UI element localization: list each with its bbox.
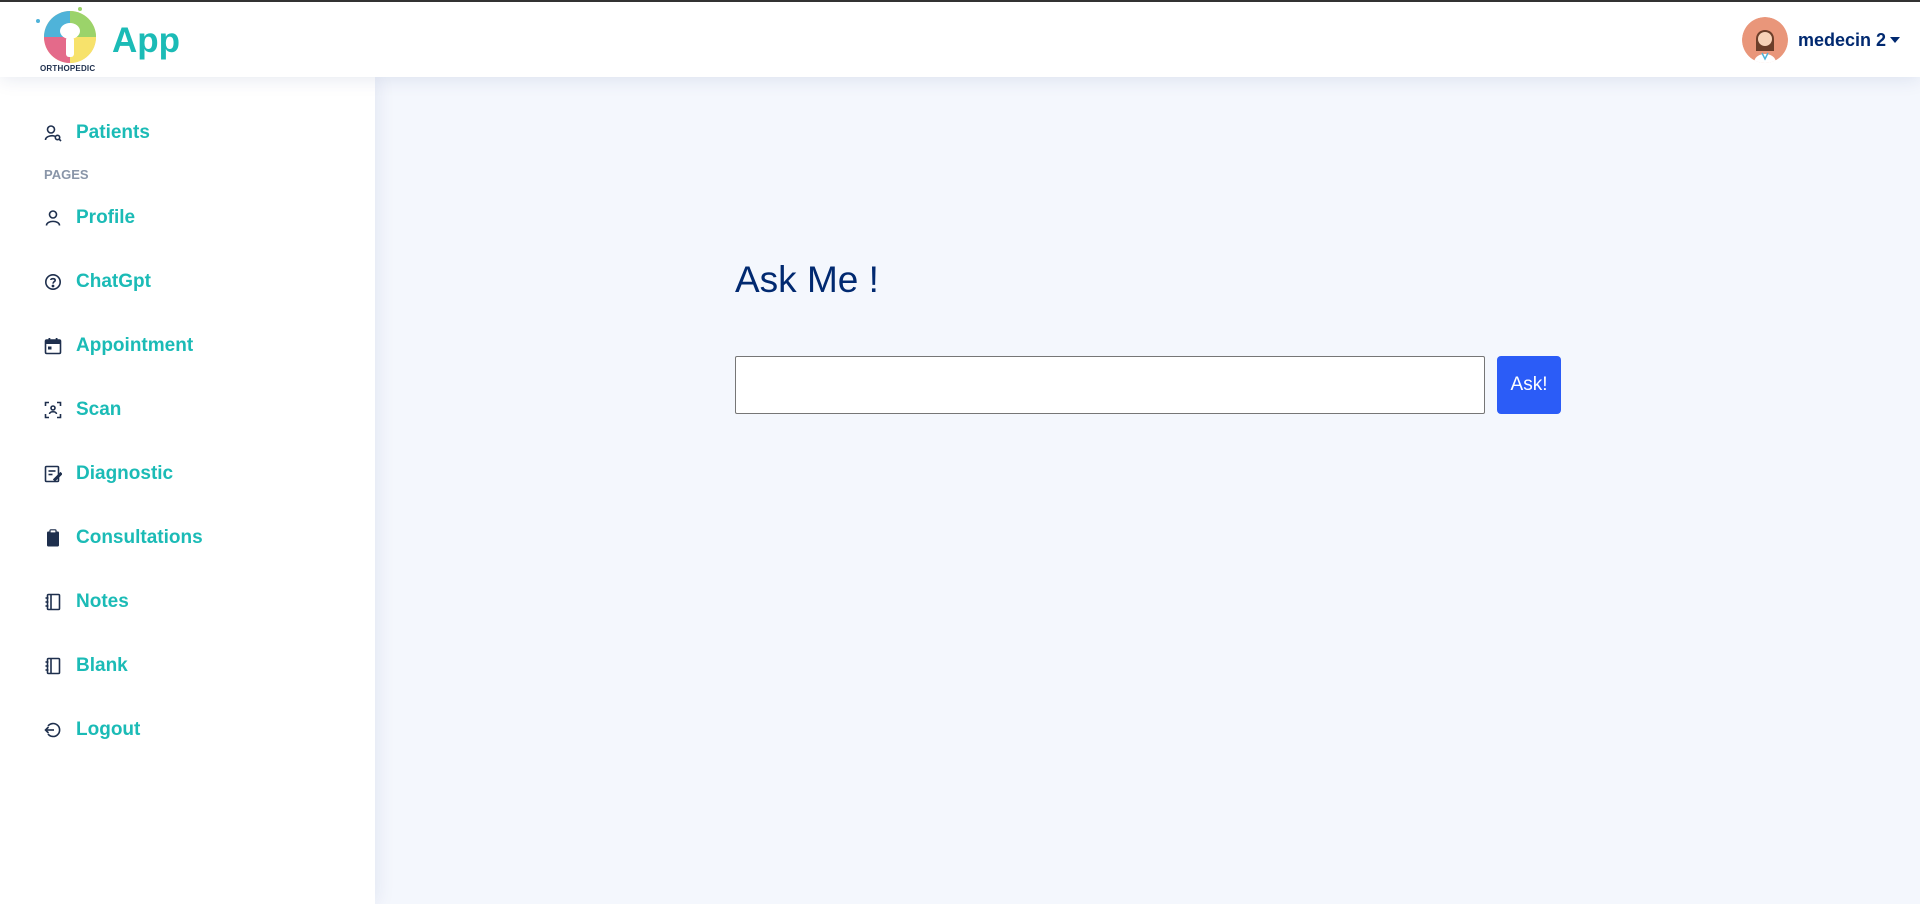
logo-text: App: [112, 21, 181, 60]
sidebar-item-scan[interactable]: Scan: [0, 392, 375, 428]
sidebar-item-label: Logout: [76, 719, 141, 740]
sidebar-item-chatgpt[interactable]: ChatGpt: [0, 264, 375, 300]
logo-subtext: ORTHOPEDIC: [40, 64, 96, 73]
sidebar-item-label: Consultations: [76, 527, 203, 548]
sidebar-item-appointment[interactable]: Appointment: [0, 328, 375, 364]
sidebar-item-profile[interactable]: Profile: [0, 200, 375, 236]
journal-icon: [44, 593, 62, 611]
edit-document-icon: [44, 465, 62, 483]
top-header: ORTHOPEDIC App medecin 2: [0, 0, 1920, 77]
sidebar: Patients PAGES Profile ChatGpt Appointme…: [0, 77, 375, 904]
chevron-down-icon: [1890, 37, 1900, 43]
sidebar-section-heading: PAGES: [44, 167, 89, 182]
sidebar-item-label: ChatGpt: [76, 271, 151, 292]
question-circle-icon: [44, 273, 62, 291]
sidebar-item-patients[interactable]: Patients: [0, 115, 375, 151]
sidebar-item-notes[interactable]: Notes: [0, 584, 375, 620]
scan-icon: [44, 401, 62, 419]
calendar-icon: [44, 337, 62, 355]
sidebar-item-label: Diagnostic: [76, 463, 174, 484]
sidebar-item-label: Scan: [76, 399, 122, 420]
user-name: medecin 2: [1797, 29, 1886, 50]
logout-icon: [44, 721, 62, 739]
question-input[interactable]: [735, 356, 1485, 414]
clipboard-icon: [44, 529, 62, 547]
patient-search-icon: [44, 124, 62, 142]
sidebar-item-label: Blank: [76, 655, 128, 676]
journal-icon: [44, 657, 62, 675]
ask-button[interactable]: Ask!: [1497, 356, 1561, 414]
logo[interactable]: ORTHOPEDIC App: [34, 7, 180, 75]
sidebar-item-consultations[interactable]: Consultations: [0, 520, 375, 556]
sidebar-item-logout[interactable]: Logout: [0, 712, 375, 748]
sidebar-item-diagnostic[interactable]: Diagnostic: [0, 456, 375, 492]
sidebar-item-label: Appointment: [76, 335, 194, 356]
page-title: Ask Me !: [735, 259, 879, 300]
main-content: Ask Me ! Ask!: [375, 77, 1920, 904]
sidebar-item-label: Notes: [76, 591, 129, 612]
avatar: [1741, 17, 1788, 63]
sidebar-item-label: Profile: [76, 207, 136, 228]
sidebar-item-label: Patients: [76, 122, 150, 143]
person-icon: [44, 209, 62, 227]
sidebar-item-blank[interactable]: Blank: [0, 648, 375, 684]
user-menu-toggle[interactable]: medecin 2: [1741, 17, 1900, 63]
